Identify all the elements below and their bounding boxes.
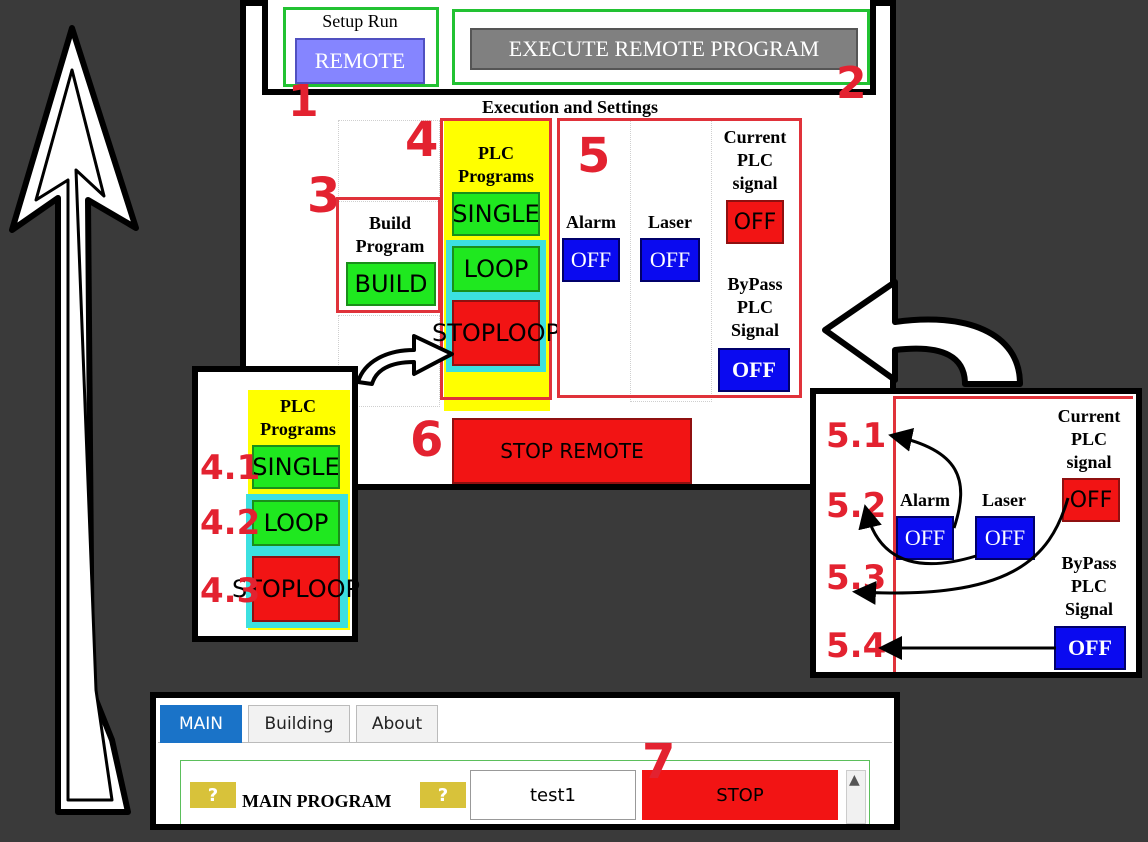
curved-arrow-icon: [356, 334, 454, 386]
bypass-line3: Signal: [730, 320, 780, 340]
build-button[interactable]: BUILD: [346, 262, 436, 306]
plc-label-line2: Programs: [458, 166, 534, 186]
current-line1: Current: [723, 127, 787, 147]
execute-remote-program-button[interactable]: EXECUTE REMOTE PROGRAM: [470, 28, 858, 70]
current-line3: signal: [732, 173, 778, 193]
stop-remote-button[interactable]: STOP REMOTE: [452, 418, 692, 484]
plc-inset-label: PLC Programs: [250, 395, 346, 441]
callout-6: 6: [410, 412, 444, 468]
callout-4-1: 4.1: [200, 448, 261, 488]
bypass-plc-signal-label: ByPass PLC Signal: [712, 273, 798, 342]
help-icon[interactable]: ?: [420, 782, 466, 808]
program-name-field[interactable]: test1: [470, 770, 636, 820]
plc-label: PLC Programs: [448, 142, 544, 188]
bypass-line1: ByPass: [727, 274, 783, 294]
callout-2: 2: [836, 58, 867, 109]
stop-loop-line2: LOOP: [495, 318, 561, 347]
callout-4: 4: [405, 112, 439, 168]
callout-4-3: 4.3: [200, 571, 261, 611]
main-program-label: MAIN PROGRAM: [242, 791, 392, 811]
inset-single-button[interactable]: SINGLE: [252, 445, 340, 489]
tab-main[interactable]: MAIN: [160, 705, 242, 743]
alarm-label: Alarm: [566, 212, 616, 232]
plc-label-line1: PLC: [478, 143, 514, 163]
execution-title: Execution and Settings: [481, 97, 659, 117]
callout-5: 5: [577, 128, 611, 184]
single-button[interactable]: SINGLE: [452, 192, 540, 236]
current-plc-signal-button[interactable]: OFF: [726, 200, 784, 244]
inset-stop-loop-line2: LOOP: [295, 574, 361, 603]
inset-loop-button[interactable]: LOOP: [252, 500, 340, 546]
connector-arrows-icon: [852, 428, 1070, 660]
loop-button[interactable]: LOOP: [452, 246, 540, 292]
scroll-up-icon[interactable]: ▲: [849, 772, 860, 788]
build-label-line1: Build: [368, 213, 412, 233]
up-arrow-icon: [9, 25, 139, 815]
plc-inset-label-line1: PLC: [280, 396, 316, 416]
build-label: Build Program: [340, 212, 440, 258]
laser-label: Laser: [648, 212, 692, 232]
tab-building[interactable]: Building: [248, 705, 350, 743]
setup-run-label: Setup Run: [322, 11, 398, 31]
laser-off-button[interactable]: OFF: [640, 238, 700, 282]
plc-inset-label-line2: Programs: [260, 419, 336, 439]
current-plc-signal-label: Current PLC signal: [712, 126, 798, 195]
current-line2: PLC: [737, 150, 773, 170]
curved-arrow-icon: [822, 279, 1023, 387]
signals-inset-red-top: [893, 396, 1133, 399]
callout-7: 7: [642, 734, 676, 790]
inset-stop-loop-button[interactable]: STOP LOOP: [232, 556, 360, 622]
alarm-off-button[interactable]: OFF: [562, 238, 620, 282]
tab-about[interactable]: About: [356, 705, 438, 743]
stop-loop-button[interactable]: STOP LOOP: [432, 300, 560, 366]
help-icon[interactable]: ?: [190, 782, 236, 808]
bypass-plc-signal-button[interactable]: OFF: [718, 348, 790, 392]
callout-4-2: 4.2: [200, 503, 261, 543]
build-label-line2: Program: [355, 236, 425, 256]
bypass-line2: PLC: [737, 297, 773, 317]
callout-1: 1: [288, 76, 319, 127]
